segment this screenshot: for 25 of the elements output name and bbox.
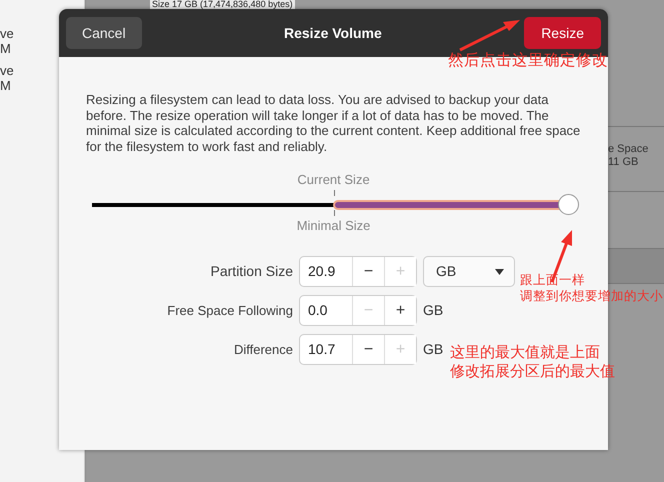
sidebar-text: ve: [0, 63, 14, 78]
minimal-size-label: Minimal Size: [296, 217, 370, 235]
panel-row: [608, 248, 664, 284]
dialog-title: Resize Volume: [284, 24, 382, 42]
current-size-label: Current Size: [297, 171, 370, 189]
size-text: Size 17 GB (17,474,836,480 bytes): [150, 0, 295, 9]
plus-button[interactable]: +: [384, 296, 416, 325]
description-text: Resizing a filesystem can lead to data loss. You are advised to backup your data before. The resize operation will take longer if a lot of data has to be moved. The minimal size is calculated according to the current content. Keep additional free space for the filesystem to work fast and reliably.: [86, 92, 582, 154]
panel-text: 11 GB: [608, 156, 638, 169]
field-label: Difference: [232, 340, 293, 359]
field-label: Partition Size: [210, 262, 293, 281]
panel-text: e Space: [608, 143, 648, 156]
resize-button[interactable]: Resize: [524, 17, 601, 49]
unit-text: GB: [423, 341, 444, 357]
annotation-text: 然后点击这里确定修改: [448, 51, 608, 70]
sidebar-text: M: [0, 41, 11, 56]
unit-dropdown[interactable]: GB: [423, 256, 515, 287]
annotation-arrow: [459, 20, 520, 52]
slider-thumb[interactable]: [558, 194, 579, 215]
cancel-button[interactable]: Cancel: [66, 17, 142, 49]
field-label: Free Space Following: [166, 302, 293, 320]
unit-text: GB: [423, 302, 444, 318]
caret-icon: [495, 268, 504, 274]
sidebar-text: ve: [0, 26, 14, 41]
sidebar-text: M: [0, 78, 11, 93]
